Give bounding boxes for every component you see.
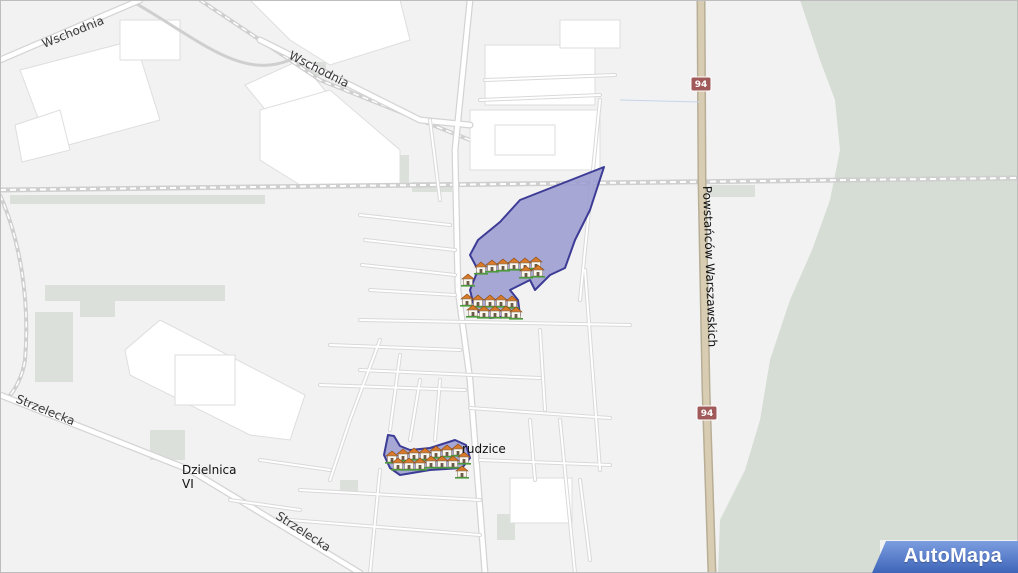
svg-text:94: 94 — [701, 409, 714, 419]
settlement-label: rudzice — [462, 442, 506, 456]
brand-logo-text[interactable]: AutoMapa — [904, 545, 1002, 568]
road-shield-94-top: 94 — [690, 76, 712, 92]
map-canvas[interactable]: 94 94 Wschodnia Wschodnia Strzelecka Str… — [0, 0, 1018, 573]
road-shield-94-bottom: 94 — [696, 405, 718, 421]
svg-text:94: 94 — [695, 80, 708, 90]
district-label-line2: VI — [182, 477, 194, 491]
district-label-line1: Dzielnica — [182, 463, 236, 477]
